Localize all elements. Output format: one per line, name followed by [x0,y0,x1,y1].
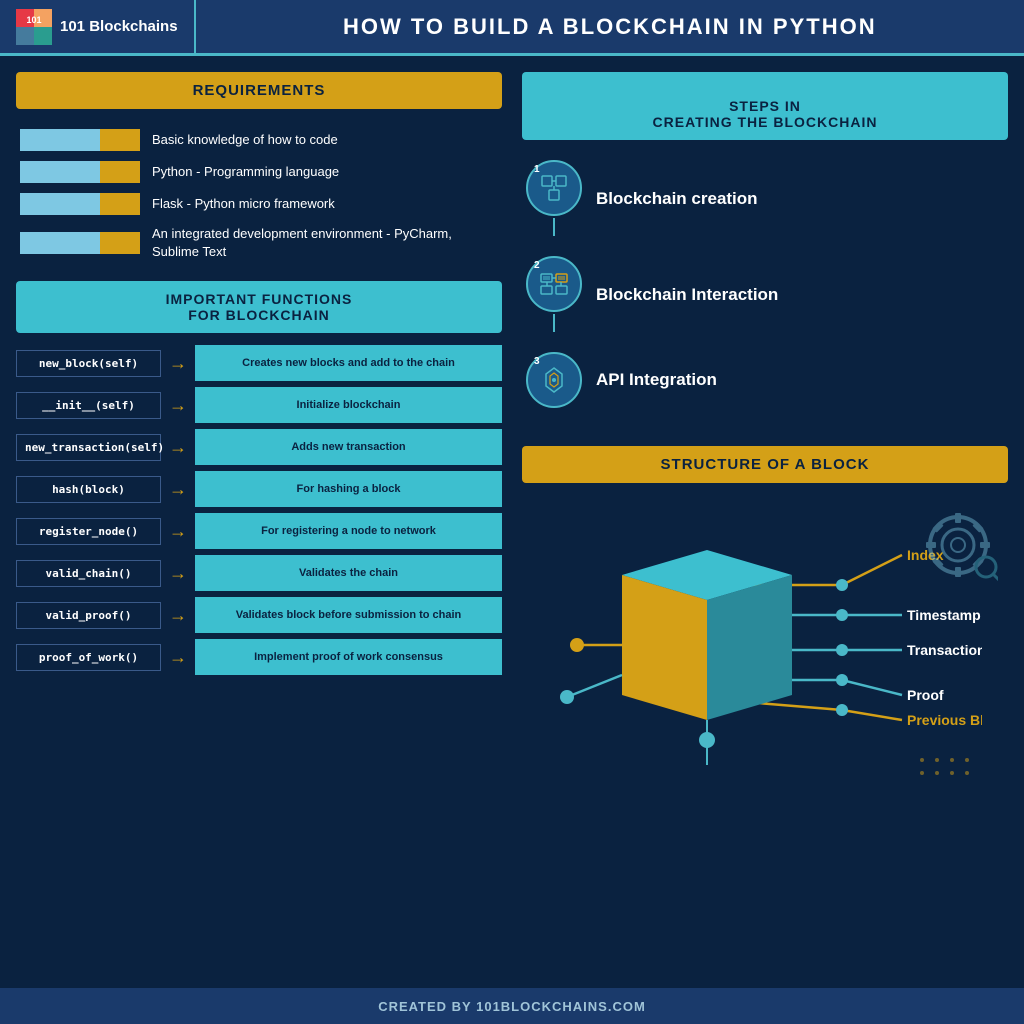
list-item: valid_proof() → Validates block before s… [16,597,502,633]
arrow-icon: → [169,605,187,626]
block-label-timestamp: Timestamp In Unix Time [907,607,982,623]
block-label-proof: Proof [907,687,944,703]
func-name: valid_chain() [16,560,161,587]
steps-header: STEPS IN CREATING THE BLOCKCHAIN [522,72,1008,140]
req-bar-yellow [100,161,140,183]
main-content: REQUIREMENTS Basic knowledge of how to c… [0,56,1024,988]
step-circle-container: 1 [526,160,582,238]
step-label: Blockchain Interaction [596,285,778,305]
list-item: hash(block) → For hashing a block [16,471,502,507]
func-desc: For hashing a block [195,471,502,507]
step-circle-container: 3 [526,352,582,408]
blockchain-interaction-icon [538,268,570,300]
func-desc: Initialize blockchain [195,387,502,423]
block-label-transactions: Transactions List [907,642,982,658]
step-connector [553,314,555,332]
func-name: new_block(self) [16,350,161,377]
list-item: __init__(self) → Initialize blockchain [16,387,502,423]
footer: CREATED BY 101BLOCKCHAINS.COM [0,988,1024,1024]
blockchain-creation-icon [538,172,570,204]
req-bar-yellow [100,193,140,215]
list-item: 3 API Integration [526,352,1004,408]
req-bar-blue [20,232,100,254]
api-integration-icon [538,364,570,396]
func-desc: Validates block before submission to cha… [195,597,502,633]
req-bar [20,193,140,215]
req-bar-yellow [100,129,140,151]
req-bar-blue [20,129,100,151]
list-item: 2 [526,256,1004,334]
functions-title: IMPORTANT FUNCTIONS FOR BLOCKCHAIN [166,291,353,323]
func-name: __init__(self) [16,392,161,419]
req-text: Python - Programming language [152,163,339,181]
requirements-list: Basic knowledge of how to code Python - … [16,121,502,269]
arrow-icon: → [169,353,187,374]
logo: 101 101 Blockchains [0,0,196,53]
func-name: hash(block) [16,476,161,503]
req-bar [20,161,140,183]
svg-text:101: 101 [26,15,41,25]
step-circle: 3 [526,352,582,408]
list-item: register_node() → For registering a node… [16,513,502,549]
func-desc: For registering a node to network [195,513,502,549]
step-number: 1 [534,164,540,175]
func-name: proof_of_work() [16,644,161,671]
func-desc: Implement proof of work consensus [195,639,502,675]
header: 101 101 Blockchains HOW TO BUILD A BLOCK… [0,0,1024,56]
footer-text: CREATED BY 101BLOCKCHAINS.COM [378,999,646,1014]
step-circle: 2 [526,256,582,312]
page-title: HOW TO BUILD A BLOCKCHAIN IN PYTHON [196,14,1024,40]
req-text: Flask - Python micro framework [152,195,335,213]
gear-icon [918,505,998,590]
list-item: proof_of_work() → Implement proof of wor… [16,639,502,675]
req-text: An integrated development environment - … [152,225,498,261]
arrow-icon: → [169,521,187,542]
logo-text: 101 Blockchains [60,18,178,35]
list-item: Basic knowledge of how to code [20,129,498,151]
arrow-icon: → [169,563,187,584]
func-name: valid_proof() [16,602,161,629]
req-bar-blue [20,161,100,183]
func-desc: Creates new blocks and add to the chain [195,345,502,381]
func-desc: Adds new transaction [195,429,502,465]
block-3d-svg: Index Timestamp In Unix Time Transaction… [522,495,982,785]
step-circle-container: 2 [526,256,582,334]
right-column: STEPS IN CREATING THE BLOCKCHAIN 1 [512,72,1008,972]
req-bar [20,129,140,151]
functions-list: new_block(self) → Creates new blocks and… [16,345,502,675]
func-name: register_node() [16,518,161,545]
list-item: Python - Programming language [20,161,498,183]
arrow-icon: → [169,395,187,416]
step-number: 2 [534,260,540,271]
list-item: valid_chain() → Validates the chain [16,555,502,591]
arrow-icon: → [169,479,187,500]
block-structure-visual: Index Timestamp In Unix Time Transaction… [522,495,1008,972]
block-structure-header: STRUCTURE OF A BLOCK [522,446,1008,483]
func-desc: Validates the chain [195,555,502,591]
arrow-icon: → [169,437,187,458]
req-bar-yellow [100,232,140,254]
step-label: Blockchain creation [596,189,758,209]
step-label: API Integration [596,370,717,390]
req-bar-blue [20,193,100,215]
requirements-header: REQUIREMENTS [16,72,502,109]
list-item: new_transaction(self) → Adds new transac… [16,429,502,465]
list-item: An integrated development environment - … [20,225,498,261]
req-text: Basic knowledge of how to code [152,131,338,149]
step-circle: 1 [526,160,582,216]
req-bar [20,232,140,254]
steps-list: 1 Blockchain creation [522,152,1008,434]
list-item: Flask - Python micro framework [20,193,498,215]
list-item: new_block(self) → Creates new blocks and… [16,345,502,381]
block-label-prev-hash: Previous Block Hash [907,712,982,728]
steps-title: STEPS IN CREATING THE BLOCKCHAIN [653,98,878,130]
step-number: 3 [534,356,540,367]
step-connector [553,218,555,236]
functions-header: IMPORTANT FUNCTIONS FOR BLOCKCHAIN [16,281,502,333]
arrow-icon: → [169,647,187,668]
logo-icon: 101 [16,9,52,45]
left-column: REQUIREMENTS Basic knowledge of how to c… [16,72,512,972]
list-item: 1 Blockchain creation [526,160,1004,238]
func-name: new_transaction(self) [16,434,161,461]
